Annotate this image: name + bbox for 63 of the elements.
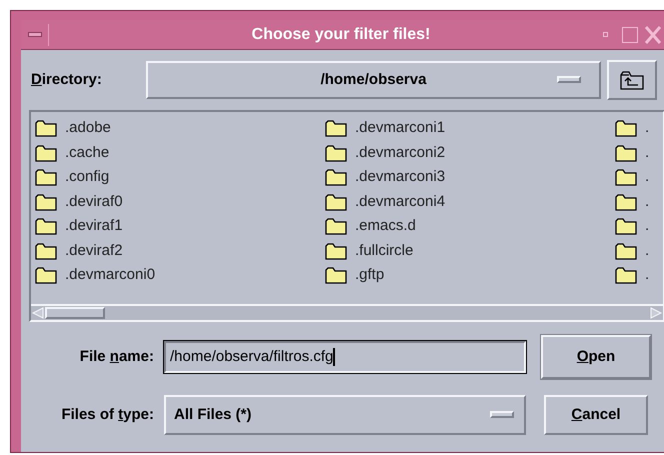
folder-icon bbox=[615, 217, 637, 236]
folder-item[interactable]: .devmarconi4 bbox=[325, 190, 615, 214]
folder-item[interactable]: .devmarconi0 bbox=[35, 263, 325, 288]
folder-item[interactable]: .cache bbox=[35, 140, 325, 165]
dropdown-indicator-icon bbox=[557, 76, 581, 83]
close-icon bbox=[645, 26, 661, 44]
folder-item[interactable]: .devmarconi3 bbox=[325, 165, 615, 190]
folder-item[interactable]: .emacs.d bbox=[325, 214, 615, 238]
folder-icon bbox=[325, 266, 347, 284]
folder-item[interactable]: . bbox=[615, 214, 663, 238]
menu-icon bbox=[28, 32, 42, 37]
file-type-label: Files of type: bbox=[60, 404, 155, 425]
folder-icon bbox=[325, 242, 347, 260]
folder-icon bbox=[325, 192, 347, 211]
folder-icon bbox=[35, 266, 57, 284]
cancel-button[interactable]: Cancel bbox=[544, 395, 648, 435]
folder-icon bbox=[615, 168, 637, 186]
folder-icon bbox=[35, 192, 57, 211]
folder-icon bbox=[325, 217, 347, 236]
folder-icon bbox=[615, 266, 637, 284]
folder-item[interactable]: .gftp bbox=[325, 263, 615, 288]
folder-icon bbox=[35, 144, 57, 162]
close-button[interactable] bbox=[643, 24, 664, 46]
directory-label: Directory: bbox=[30, 70, 103, 90]
file-name-label: File name: bbox=[78, 346, 155, 367]
folder-item[interactable]: .deviraf2 bbox=[35, 238, 325, 263]
folder-item[interactable]: . bbox=[615, 263, 663, 288]
folder-icon bbox=[615, 119, 637, 138]
window-title: Choose your filter files! bbox=[250, 24, 432, 44]
folder-item[interactable]: .deviraf1 bbox=[35, 214, 325, 238]
folder-item[interactable]: .fullcircle bbox=[325, 238, 615, 263]
folder-up-icon bbox=[620, 70, 644, 90]
parent-directory-button[interactable] bbox=[607, 60, 657, 100]
maximize-icon bbox=[622, 26, 638, 42]
folder-icon bbox=[615, 192, 637, 211]
folder-icon bbox=[325, 144, 347, 162]
folder-icon bbox=[615, 144, 637, 162]
folder-item[interactable]: . bbox=[615, 238, 663, 263]
scroll-right-icon[interactable] bbox=[649, 307, 663, 319]
file-type-dropdown[interactable]: All Files (*) bbox=[164, 395, 526, 435]
directory-dropdown[interactable]: /home/observa bbox=[146, 61, 601, 99]
folder-item[interactable]: . bbox=[615, 140, 663, 165]
minimize-icon bbox=[602, 32, 608, 37]
folder-item[interactable]: .adobe bbox=[35, 116, 325, 140]
open-button[interactable]: Open bbox=[541, 335, 651, 379]
file-name-field[interactable]: /home/observa/filtros.cfg bbox=[164, 341, 526, 373]
folder-icon bbox=[615, 242, 637, 260]
folder-item[interactable]: .devmarconi1 bbox=[325, 116, 615, 140]
folder-item[interactable]: .config bbox=[35, 165, 325, 190]
scroll-left-icon[interactable] bbox=[31, 307, 45, 319]
folder-icon bbox=[35, 242, 57, 260]
folder-item[interactable]: . bbox=[615, 116, 663, 140]
folder-item[interactable]: . bbox=[615, 165, 663, 190]
scrollbar-thumb[interactable] bbox=[45, 307, 105, 319]
folder-icon bbox=[35, 217, 57, 236]
folder-icon bbox=[325, 168, 347, 186]
folder-icon bbox=[35, 168, 57, 186]
dropdown-indicator-icon bbox=[490, 411, 514, 418]
folder-icon bbox=[35, 119, 57, 138]
folder-item[interactable]: . bbox=[615, 190, 663, 214]
folder-item[interactable]: .deviraf0 bbox=[35, 190, 325, 214]
folder-item[interactable]: .devmarconi2 bbox=[325, 140, 615, 165]
folder-icon bbox=[325, 119, 347, 138]
